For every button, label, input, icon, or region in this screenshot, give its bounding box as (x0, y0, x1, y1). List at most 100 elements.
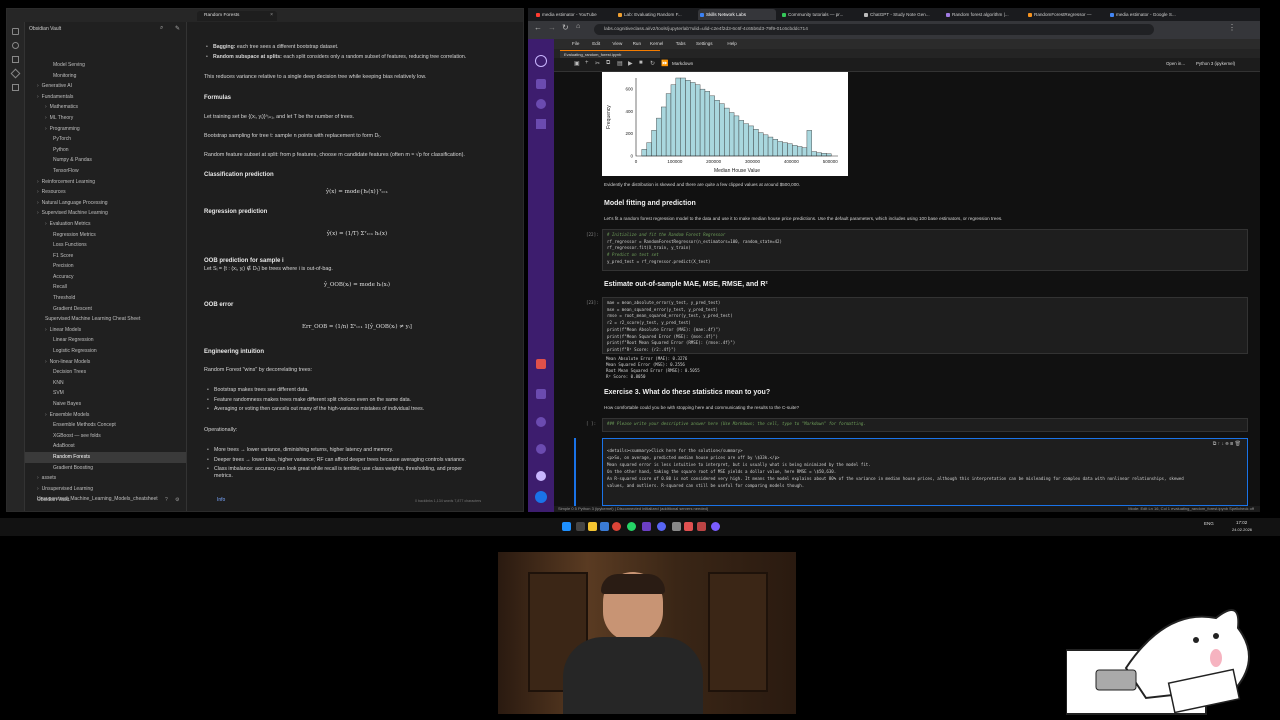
tree-file[interactable]: Threshold (25, 293, 186, 304)
tree-folder[interactable]: Mathematics (25, 102, 186, 113)
note-tab[interactable]: Random Forests × (197, 11, 277, 21)
tree-file[interactable]: TensorFlow (25, 166, 186, 177)
avatar[interactable] (535, 491, 547, 503)
solution-cell[interactable]: ⧉ ↑ ↓ ⊕ ⊞ 🗑 <details><summary>Click here… (602, 438, 1248, 506)
record-icon[interactable] (684, 522, 693, 531)
forward-icon[interactable]: → (548, 23, 556, 32)
tree-file[interactable]: Regression Metrics (25, 230, 186, 241)
tree-folder[interactable]: ML Theory (25, 113, 186, 124)
tree-file[interactable]: Ensemble Methods Concept (25, 420, 186, 431)
menu-tabs[interactable]: Tabs (676, 39, 686, 49)
restart-run-icon[interactable]: ⏩ (661, 60, 668, 67)
code-cell-metrics[interactable]: mae = mean_absolute_error(y_test, y_pred… (602, 297, 1248, 354)
tree-file[interactable]: Loss Functions (25, 240, 186, 251)
tree-folder[interactable]: Natural Language Processing (25, 198, 186, 209)
theme-icon[interactable] (536, 471, 546, 481)
canvas-icon[interactable] (12, 84, 19, 91)
app-icon[interactable] (672, 522, 681, 531)
new-note-icon[interactable]: ✎ (175, 25, 180, 32)
obsidian-icon[interactable] (642, 522, 651, 531)
tree-file[interactable]: Supervised Machine Learning Cheat Sheet (25, 314, 186, 325)
tree-file[interactable]: Logistic Regression (25, 346, 186, 357)
kernel-name[interactable]: Python 3 (ipykernel) (1196, 61, 1235, 66)
code-cell-fit[interactable]: # Initialize and fit the Random Forest R… (602, 229, 1248, 271)
file-explorer-icon[interactable] (12, 28, 19, 35)
tree-folder[interactable]: Supervised Machine Learning (25, 208, 186, 219)
notebook-panel[interactable]: 0 100000 200000 300000 400000 500000 0 200 400 60… (554, 72, 1260, 506)
notebook-tab[interactable]: Evaluating_random_forest.ipynb (560, 50, 660, 58)
reload-icon[interactable]: ↻ (562, 23, 569, 32)
browser-tab[interactable]: Skills Network Labs (698, 9, 776, 20)
home-icon[interactable]: ⌂ (576, 23, 580, 30)
tree-file[interactable]: Monitoring (25, 71, 186, 82)
discord-icon[interactable] (657, 522, 666, 531)
copy-icon[interactable]: ⧉ (606, 60, 610, 67)
help-icon[interactable]: ? (165, 497, 168, 503)
cell-type-select[interactable]: Markdown (672, 61, 693, 66)
menu-help[interactable]: Help (727, 39, 736, 49)
tree-file[interactable]: Precision (25, 261, 186, 272)
tree-file[interactable]: PyTorch (25, 134, 186, 145)
tree-file[interactable]: Naive Bayes (25, 399, 186, 410)
cut-icon[interactable]: ✂ (595, 60, 600, 67)
tree-file[interactable]: SVM (25, 388, 186, 399)
tree-file[interactable]: Gradient Boosting (25, 463, 186, 474)
explorer-icon[interactable] (588, 522, 597, 531)
search-icon[interactable] (12, 42, 19, 49)
tree-folder[interactable]: Non-linear Models (25, 357, 186, 368)
tree-folder[interactable]: Fundamentals (25, 92, 186, 103)
notifications-icon[interactable] (536, 359, 546, 369)
whats-new-icon[interactable] (536, 389, 546, 399)
browser-tab[interactable]: media estimator - Google S... (1108, 9, 1186, 20)
browser-tab[interactable]: Lab: Evaluating Random F... (616, 9, 694, 20)
menu-icon[interactable]: ⋮ (1228, 23, 1236, 32)
reset-icon[interactable] (536, 444, 546, 454)
support-icon[interactable] (536, 417, 546, 427)
tree-folder[interactable]: Ensemble Models (25, 410, 186, 421)
bookmarks-icon[interactable] (12, 56, 19, 63)
stop-icon[interactable]: ■ (639, 60, 643, 66)
tree-folder[interactable]: assets (25, 473, 186, 484)
tree-folder[interactable]: Resources (25, 187, 186, 198)
browser-tab[interactable]: Community tutorials — pr... (780, 9, 858, 20)
tree-file[interactable]: AdaBoost (25, 441, 186, 452)
tree-file[interactable]: KNN (25, 378, 186, 389)
note-editor[interactable]: Bagging: each tree sees a different boot… (187, 22, 523, 511)
open-in-button[interactable]: Open in... (1166, 61, 1185, 66)
tree-folder[interactable]: Unsupervised Learning (25, 484, 186, 495)
restart-icon[interactable]: ↻ (650, 60, 655, 67)
menu-view[interactable]: View (612, 39, 622, 49)
clock-time[interactable]: 17:02 (1236, 520, 1247, 525)
search-icon[interactable]: ⌕ (160, 25, 163, 32)
tree-folder[interactable]: Generative AI (25, 81, 186, 92)
close-tab-icon[interactable]: × (270, 12, 273, 18)
menu-edit[interactable]: Edit (592, 39, 600, 49)
skills-network-icon[interactable] (535, 55, 547, 67)
language-indicator[interactable]: ENG (1204, 521, 1214, 526)
tree-folder[interactable]: Evaluation Metrics (25, 219, 186, 230)
address-bar[interactable]: labs.cognitiveclass.ai/v2/tools/jupyterl… (594, 24, 1154, 35)
extensions-icon[interactable] (536, 119, 546, 129)
start-icon[interactable] (562, 522, 571, 531)
tree-file[interactable]: Numpy & Pandas (25, 155, 186, 166)
app-icon[interactable] (711, 522, 720, 531)
tree-file[interactable]: Linear Regression (25, 335, 186, 346)
info-link[interactable]: Info (217, 497, 225, 503)
vault-name[interactable]: Obsidian Vault (29, 26, 61, 32)
tree-file[interactable]: Random Forests (25, 451, 186, 463)
tree-folder[interactable]: Programming (25, 124, 186, 135)
browser-tab[interactable]: media estimator - YouTube (534, 9, 612, 20)
paste-icon[interactable]: ▤ (617, 60, 623, 67)
chrome-icon[interactable] (612, 522, 621, 531)
tree-file[interactable]: Decision Trees (25, 367, 186, 378)
cell-actions[interactable]: ⧉ ↑ ↓ ⊕ ⊞ 🗑 (1213, 441, 1241, 447)
tree-folder[interactable]: Linear Models (25, 325, 186, 336)
back-icon[interactable]: ← (534, 23, 542, 32)
whatsapp-icon[interactable] (627, 522, 636, 531)
menu-run[interactable]: Run (633, 39, 641, 49)
menu-kernel[interactable]: Kernel (650, 39, 663, 49)
tree-file[interactable]: XGBoost — see folds (25, 431, 186, 442)
tree-file[interactable]: Model Serving (25, 60, 186, 71)
tree-file[interactable]: Gradient Descent (25, 304, 186, 315)
edge-icon[interactable] (600, 522, 609, 531)
